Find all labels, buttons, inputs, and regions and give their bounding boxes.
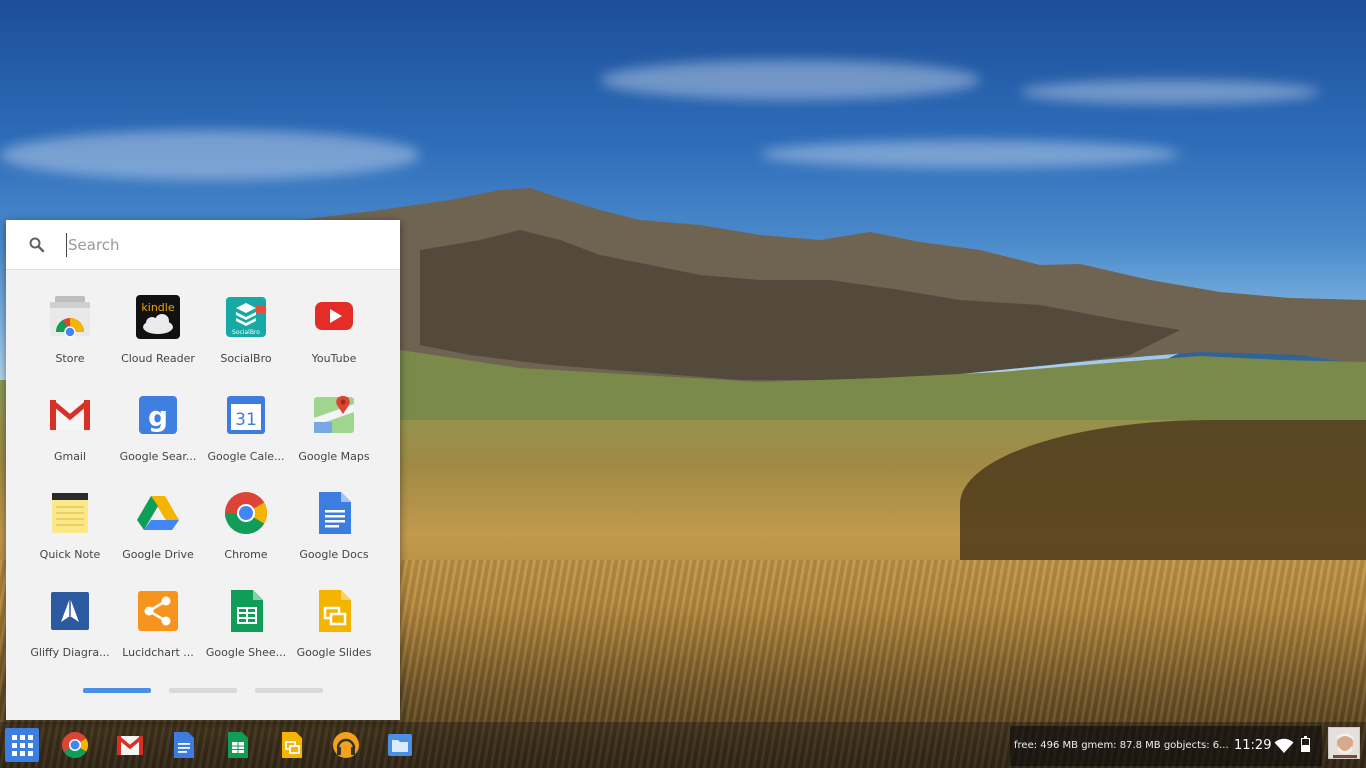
svg-text:kindle: kindle xyxy=(141,301,174,314)
svg-text:31: 31 xyxy=(235,410,257,430)
user-avatar-image xyxy=(1329,728,1359,758)
battery-level xyxy=(1302,745,1309,751)
app-label: Quick Note xyxy=(39,548,101,561)
search-bar xyxy=(6,220,400,270)
app-label: Gliffy Diagra... xyxy=(30,646,110,659)
google-calendar-icon: 31 xyxy=(227,396,265,434)
google-slides-icon xyxy=(319,590,351,632)
kindle-icon: kindle xyxy=(136,295,180,339)
wallpaper-cloud xyxy=(0,130,420,180)
app-label: Cloud Reader xyxy=(121,352,195,365)
app-google-drive[interactable]: Google Drive xyxy=(114,488,202,586)
app-launcher: Store kindle Cloud Reader SocialBro xyxy=(6,220,400,720)
app-chrome[interactable]: Chrome xyxy=(202,488,290,586)
youtube-icon xyxy=(315,302,353,330)
avatar[interactable] xyxy=(1328,727,1360,759)
wallpaper-cloud xyxy=(760,140,1180,168)
shelf-chrome-icon[interactable] xyxy=(60,730,90,760)
google-search-icon: g xyxy=(139,396,177,434)
app-google-calendar[interactable]: 31 Google Cale... xyxy=(202,390,290,488)
wallpaper-cloud xyxy=(1020,80,1320,104)
search-input[interactable] xyxy=(66,233,366,257)
memory-info: free: 496 MB gmem: 87.8 MB gobjects: 6..… xyxy=(1014,740,1229,751)
app-cloud-reader[interactable]: kindle Cloud Reader xyxy=(114,292,202,390)
page-2-indicator[interactable] xyxy=(169,688,237,693)
page-indicator xyxy=(83,688,323,693)
app-label: Google Maps xyxy=(298,450,370,463)
socialbro-icon: SocialBro xyxy=(226,297,266,337)
svg-text:g: g xyxy=(148,400,168,433)
shelf-google-sheets-icon[interactable] xyxy=(223,730,253,760)
lucidchart-icon xyxy=(138,591,178,631)
svg-text:SocialBro: SocialBro xyxy=(232,329,260,336)
shelf-gmail-icon[interactable] xyxy=(115,730,145,760)
shelf-google-docs-icon[interactable] xyxy=(169,730,199,760)
wifi-icon xyxy=(1274,738,1294,753)
app-store[interactable]: Store xyxy=(26,292,114,390)
page-3-indicator[interactable] xyxy=(255,688,323,693)
app-label: YouTube xyxy=(311,352,357,365)
wallpaper-cloud xyxy=(600,60,980,100)
shelf-google-play-music-icon[interactable] xyxy=(331,730,361,760)
shelf-google-slides-icon[interactable] xyxy=(277,730,307,760)
store-icon xyxy=(50,296,90,338)
app-google-slides[interactable]: Google Slides xyxy=(290,586,378,684)
app-google-sheets[interactable]: Google Shee... xyxy=(202,586,290,684)
app-label: Google Shee... xyxy=(205,646,287,659)
app-label: Store xyxy=(55,352,85,365)
app-grid: Store kindle Cloud Reader SocialBro Soci… xyxy=(26,292,378,684)
app-google-search[interactable]: g Google Sear... xyxy=(114,390,202,488)
app-socialbro[interactable]: SocialBro SocialBro xyxy=(202,292,290,390)
search-icon xyxy=(29,237,45,253)
app-quick-note[interactable]: Quick Note xyxy=(26,488,114,586)
app-label: Chrome xyxy=(224,548,268,561)
google-docs-icon xyxy=(319,492,351,534)
battery-icon xyxy=(1301,736,1310,752)
app-gliffy[interactable]: Gliffy Diagra... xyxy=(26,586,114,684)
app-label: Google Sear... xyxy=(119,450,197,463)
shelf-files-icon[interactable] xyxy=(385,730,415,760)
app-youtube[interactable]: YouTube xyxy=(290,292,378,390)
app-label: Google Docs xyxy=(299,548,369,561)
app-google-maps[interactable]: Google Maps xyxy=(290,390,378,488)
app-gmail[interactable]: Gmail xyxy=(26,390,114,488)
app-label: Gmail xyxy=(53,450,87,463)
app-label: Lucidchart ... xyxy=(122,646,194,659)
gliffy-icon xyxy=(51,592,89,630)
app-google-docs[interactable]: Google Docs xyxy=(290,488,378,586)
google-maps-icon xyxy=(314,396,354,433)
status-tray[interactable]: free: 496 MB gmem: 87.8 MB gobjects: 6..… xyxy=(1010,726,1322,766)
app-lucidchart[interactable]: Lucidchart ... xyxy=(114,586,202,684)
app-label: Google Slides xyxy=(296,646,372,659)
google-sheets-icon xyxy=(231,590,263,632)
app-launcher-button[interactable] xyxy=(5,728,39,762)
chrome-icon xyxy=(225,492,268,535)
page-1-indicator[interactable] xyxy=(83,688,151,693)
shelf: free: 496 MB gmem: 87.8 MB gobjects: 6..… xyxy=(0,722,1366,768)
app-label: Google Cale... xyxy=(207,450,285,463)
gmail-icon xyxy=(50,400,90,430)
clock: 11:29 xyxy=(1234,738,1272,753)
google-drive-icon xyxy=(137,496,179,530)
app-label: SocialBro xyxy=(220,352,272,365)
app-label: Google Drive xyxy=(122,548,194,561)
quick-note-icon xyxy=(52,493,88,533)
